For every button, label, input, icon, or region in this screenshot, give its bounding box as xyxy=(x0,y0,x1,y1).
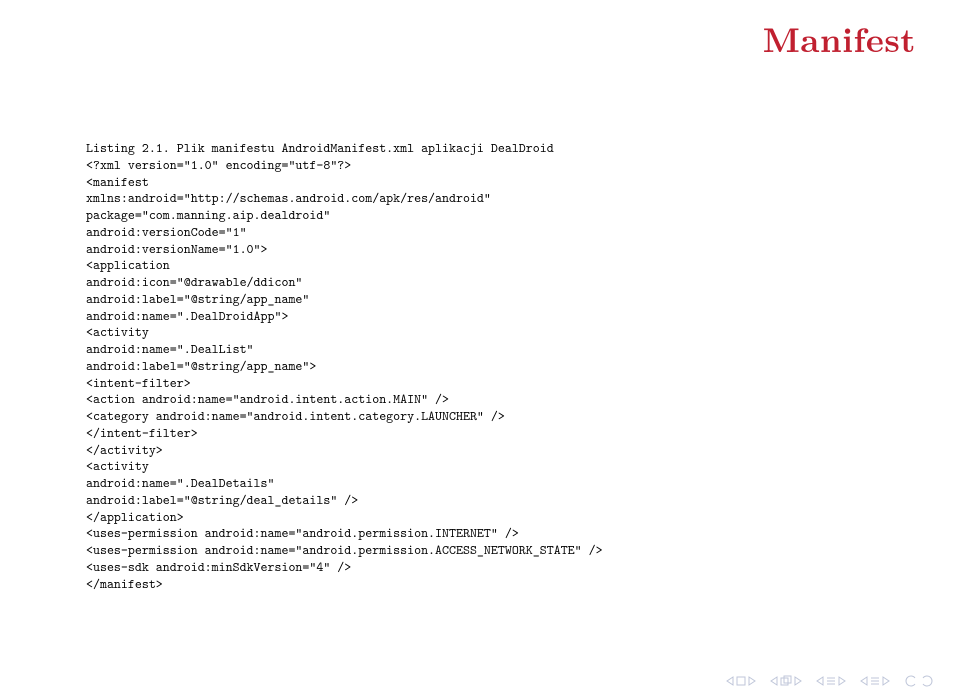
nav-prev-button[interactable] xyxy=(770,675,802,687)
code-line: <category android:name="android.intent.c… xyxy=(86,407,505,425)
code-line: <intent-filter> xyxy=(86,374,191,392)
code-line: <uses-sdk android:minSdkVersion="4" /> xyxy=(86,558,351,576)
code-line: android:name=".DealList" xyxy=(86,340,254,358)
slide-title: Manifest xyxy=(763,14,916,63)
lines-icon xyxy=(826,676,836,686)
nav-section-prev-button[interactable] xyxy=(816,676,846,686)
triangle-left-icon xyxy=(770,676,778,686)
triangle-left-icon xyxy=(860,676,868,686)
triangle-left-icon xyxy=(816,676,824,686)
nav-first-button[interactable] xyxy=(726,676,756,686)
code-line: </application> xyxy=(86,508,184,526)
code-line: android:label="@string/deal_details" /> xyxy=(86,491,358,509)
code-line: </activity> xyxy=(86,441,163,459)
nav-section-next-button[interactable] xyxy=(860,676,890,686)
slide: Manifest Listing 2.1. Plik manifestu And… xyxy=(0,0,960,700)
triangle-right-icon xyxy=(838,676,846,686)
code-line: </intent-filter> xyxy=(86,424,198,442)
code-line: android:versionName="1.0"> xyxy=(86,240,268,258)
nav-bar xyxy=(726,672,934,690)
code-line: xmlns:android="http://schemas.android.co… xyxy=(86,189,491,207)
code-line: <manifest xyxy=(86,173,149,191)
code-line: <activity xyxy=(86,457,149,475)
square-icon xyxy=(736,676,746,686)
nav-refresh-button[interactable] xyxy=(904,675,934,687)
triangle-right-icon xyxy=(748,676,756,686)
code-line: </manifest> xyxy=(86,575,163,593)
lines-icon xyxy=(870,676,880,686)
code-line: android:versionCode="1" xyxy=(86,223,247,241)
undo-arc-icon xyxy=(904,675,918,687)
code-line: package="com.manning.aip.dealdroid" xyxy=(86,206,330,224)
code-line: <activity xyxy=(86,323,149,341)
code-line: android:name=".DealDroidApp"> xyxy=(86,307,288,325)
code-line: <application xyxy=(86,256,170,274)
code-line: <uses-permission android:name="android.p… xyxy=(86,541,603,559)
code-line: <action android:name="android.intent.act… xyxy=(86,390,449,408)
redo-arc-icon xyxy=(920,675,934,687)
code-line: android:label="@string/app_name" xyxy=(86,290,309,308)
code-line: android:name=".DealDetails" xyxy=(86,474,274,492)
code-listing: Listing 2.1. Plik manifestu AndroidManif… xyxy=(86,140,876,592)
code-line: android:label="@string/app_name"> xyxy=(86,357,316,375)
triangle-right-icon xyxy=(794,676,802,686)
triangle-right-icon xyxy=(882,676,890,686)
triangle-left-icon xyxy=(726,676,734,686)
listing-caption: Listing 2.1. Plik manifestu AndroidManif… xyxy=(86,139,554,157)
code-line: <?xml version="1.0" encoding="utf-8"?> xyxy=(86,156,351,174)
code-line: android:icon="@drawable/ddicon" xyxy=(86,273,302,291)
code-line: <uses-permission android:name="android.p… xyxy=(86,524,519,542)
stacked-squares-icon xyxy=(780,675,792,687)
